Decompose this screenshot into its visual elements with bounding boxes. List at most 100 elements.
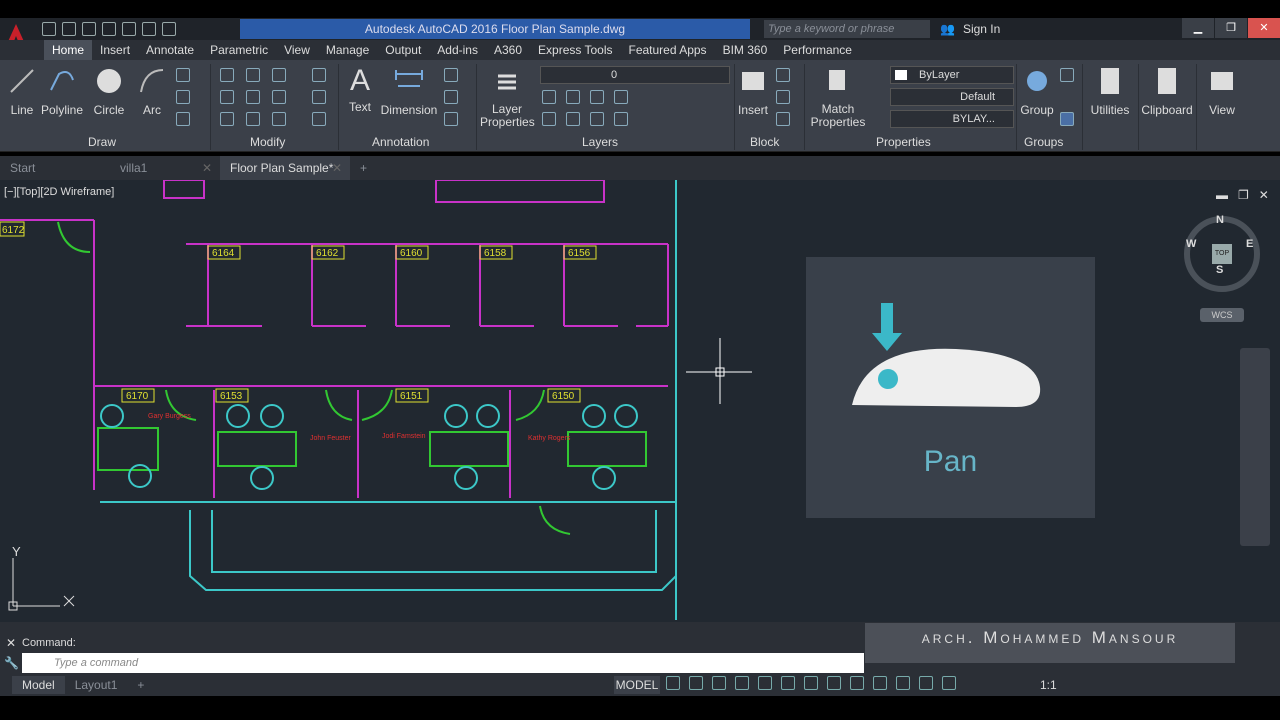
- dimension-button[interactable]: Dimension: [380, 66, 438, 117]
- annotation-panel-label[interactable]: Annotation: [372, 134, 429, 150]
- ortho-icon[interactable]: [735, 676, 749, 690]
- open-icon[interactable]: [62, 22, 76, 36]
- tab-view[interactable]: View: [276, 40, 318, 60]
- group-button[interactable]: Group: [1018, 66, 1056, 117]
- tab-manage[interactable]: Manage: [318, 40, 377, 60]
- file-tab-start[interactable]: Start: [0, 156, 110, 180]
- rectangle-icon[interactable]: [176, 68, 190, 82]
- polar-icon[interactable]: [758, 676, 772, 690]
- compass-east[interactable]: E: [1246, 238, 1253, 250]
- block-panel-label[interactable]: Block: [750, 134, 779, 150]
- redo-icon[interactable]: [162, 22, 176, 36]
- stretch-icon[interactable]: [220, 112, 234, 126]
- gradient-icon[interactable]: [176, 112, 190, 126]
- close-icon[interactable]: ✕: [6, 636, 16, 650]
- color-dropdown[interactable]: ByLayer: [890, 66, 1014, 84]
- tab-featured-apps[interactable]: Featured Apps: [621, 40, 715, 60]
- isodraft-icon[interactable]: [781, 676, 795, 690]
- tab-performance[interactable]: Performance: [775, 40, 860, 60]
- tab-home[interactable]: Home: [44, 40, 93, 60]
- viewcube-top[interactable]: TOP: [1212, 244, 1232, 264]
- rotate-icon[interactable]: [246, 68, 260, 82]
- sign-in-label[interactable]: Sign In: [963, 20, 1000, 38]
- polyline-button[interactable]: Polyline: [40, 66, 84, 117]
- tab-express-tools[interactable]: Express Tools: [530, 40, 620, 60]
- search-input[interactable]: Type a keyword or phrase: [764, 20, 930, 38]
- save-as-icon[interactable]: [102, 22, 116, 36]
- offset-icon[interactable]: [312, 112, 326, 126]
- explode-icon[interactable]: [312, 90, 326, 104]
- text-button[interactable]: A Text: [344, 66, 376, 115]
- match-properties-button[interactable]: Match Properties: [808, 66, 868, 129]
- group-selection-icon[interactable]: [1060, 112, 1074, 126]
- compass-south[interactable]: S: [1216, 264, 1223, 276]
- layer-tool-icon[interactable]: [566, 90, 580, 104]
- minimize-icon[interactable]: ▬: [1216, 188, 1228, 202]
- array-icon[interactable]: [272, 112, 286, 126]
- undo-icon[interactable]: [142, 22, 156, 36]
- drawing-viewport[interactable]: [−][Top][2D Wireframe] 6172 6164 6162 61…: [0, 180, 1280, 622]
- copy-icon[interactable]: [220, 90, 234, 104]
- add-layout-button[interactable]: +: [127, 676, 154, 694]
- attribute-icon[interactable]: [776, 112, 790, 126]
- close-icon[interactable]: ✕: [332, 156, 342, 180]
- object-snap-icon[interactable]: [827, 676, 841, 690]
- save-icon[interactable]: [82, 22, 96, 36]
- table-icon[interactable]: [444, 112, 458, 126]
- tab-model[interactable]: Model: [12, 676, 65, 694]
- arc-button[interactable]: Arc: [136, 66, 168, 117]
- auto-scale-icon[interactable]: [942, 676, 956, 690]
- layer-tool-icon[interactable]: [590, 112, 604, 126]
- new-icon[interactable]: [42, 22, 56, 36]
- maximize-button[interactable]: ❐: [1215, 18, 1247, 38]
- command-input[interactable]: Type a command: [22, 653, 864, 673]
- hatch-icon[interactable]: [176, 90, 190, 104]
- new-tab-button[interactable]: +: [350, 156, 380, 180]
- tab-output[interactable]: Output: [377, 40, 429, 60]
- layer-properties-button[interactable]: Layer Properties: [480, 66, 535, 129]
- close-button[interactable]: ✕: [1248, 18, 1280, 38]
- selection-cycling-icon[interactable]: [896, 676, 910, 690]
- layer-tool-icon[interactable]: [590, 90, 604, 104]
- draw-panel-label[interactable]: Draw: [88, 134, 116, 150]
- mirror-icon[interactable]: [246, 90, 260, 104]
- layer-tool-icon[interactable]: [542, 112, 556, 126]
- file-tab-floor-plan[interactable]: Floor Plan Sample* ✕: [220, 156, 350, 180]
- multileader-icon[interactable]: [444, 90, 458, 104]
- fillet-icon[interactable]: [272, 90, 286, 104]
- lineweight-dropdown[interactable]: BYLAY...: [890, 110, 1014, 128]
- insert-button[interactable]: Insert: [736, 66, 770, 117]
- trim-icon[interactable]: [272, 68, 286, 82]
- sign-in[interactable]: 👥 Sign In: [940, 20, 1000, 38]
- layer-dropdown[interactable]: 0: [540, 66, 730, 84]
- edit-block-icon[interactable]: [776, 90, 790, 104]
- minimize-button[interactable]: ▁: [1182, 18, 1214, 38]
- lineweight-icon[interactable]: [850, 676, 864, 690]
- leader-icon[interactable]: [444, 68, 458, 82]
- transparency-icon[interactable]: [873, 676, 887, 690]
- utilities-button[interactable]: Utilities: [1086, 66, 1134, 117]
- annotation-visibility-icon[interactable]: [919, 676, 933, 690]
- circle-button[interactable]: Circle: [90, 66, 128, 117]
- dynamic-input-icon[interactable]: [712, 676, 726, 690]
- modify-panel-label[interactable]: Modify: [250, 134, 285, 150]
- grid-icon[interactable]: [666, 676, 680, 690]
- tab-annotate[interactable]: Annotate: [138, 40, 202, 60]
- object-snap-tracking-icon[interactable]: [804, 676, 818, 690]
- wrench-icon[interactable]: 🔧: [4, 656, 19, 670]
- close-icon[interactable]: ✕: [202, 156, 212, 180]
- ungroup-icon[interactable]: [1060, 68, 1074, 82]
- tab-insert[interactable]: Insert: [92, 40, 138, 60]
- wcs-menu[interactable]: WCS: [1200, 308, 1244, 322]
- close-icon[interactable]: ✕: [1259, 188, 1269, 202]
- tab-addins[interactable]: Add-ins: [429, 40, 486, 60]
- navigation-bar[interactable]: [1240, 348, 1270, 546]
- compass-north[interactable]: N: [1216, 214, 1224, 226]
- move-icon[interactable]: [220, 68, 234, 82]
- layer-tool-icon[interactable]: [566, 112, 580, 126]
- linetype-dropdown[interactable]: Default: [890, 88, 1014, 106]
- snap-icon[interactable]: [689, 676, 703, 690]
- view-button[interactable]: View: [1198, 66, 1246, 117]
- layer-tool-icon[interactable]: [614, 112, 628, 126]
- groups-panel-label[interactable]: Groups: [1024, 134, 1063, 150]
